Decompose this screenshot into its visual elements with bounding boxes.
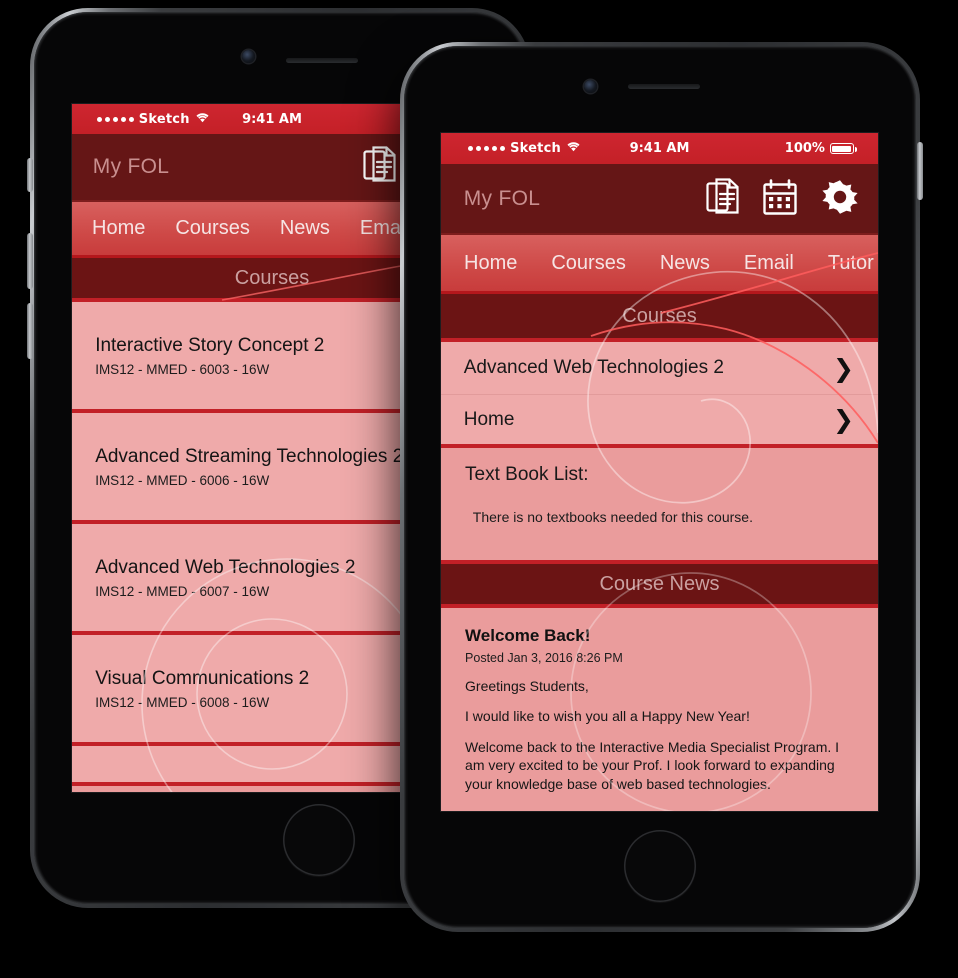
- front-app-title: My FOL: [463, 186, 541, 210]
- front-list-row-0[interactable]: Advanced Web Technologies 2 ❯: [441, 342, 878, 395]
- front-title-icons: [706, 177, 860, 221]
- back-section-header-courses-label: Courses: [234, 266, 310, 289]
- news-paragraph-0: Greetings Students,: [465, 678, 589, 694]
- back-course-name-0: Interactive Story Concept 2: [95, 334, 325, 356]
- front-textbook-block: Text Book List: There is no textbooks ne…: [441, 448, 878, 560]
- back-course-code-0: IMS12 - MMED - 6003 - 16W: [95, 361, 270, 377]
- front-phone-earpiece-speaker: [628, 84, 700, 89]
- front-phone-front-camera: [584, 80, 597, 93]
- front-list-row-label-1: Home: [463, 408, 515, 430]
- back-phone-front-camera: [242, 50, 255, 63]
- back-signal-strength-icon: [96, 116, 134, 122]
- back-phone-home-button[interactable]: [283, 804, 355, 876]
- front-phone-home-button[interactable]: [624, 830, 696, 902]
- news-paragraph-2: Welcome back to the Interactive Media Sp…: [465, 738, 840, 792]
- front-phone-power-button[interactable]: [917, 142, 923, 200]
- wifi-icon: [195, 112, 210, 127]
- textbook-list-title: Text Book List:: [465, 463, 589, 485]
- back-phone-earpiece-speaker: [286, 58, 358, 63]
- back-status-left: Sketch: [72, 112, 210, 127]
- front-list-row-label-0: Advanced Web Technologies 2: [463, 357, 724, 378]
- front-section-header-news-label: Course News: [599, 572, 720, 595]
- battery-percent-label: 100%: [784, 141, 825, 156]
- news-posted-date: Posted Jan 3, 2016 8:26 PM: [465, 651, 623, 665]
- front-signal-strength-icon: [468, 146, 506, 151]
- front-app-root: Sketch 9:41 AM 100% My FOL Home Courses …: [441, 133, 878, 811]
- front-title-bar: My FOL: [441, 164, 878, 235]
- front-tab-courses[interactable]: Courses: [551, 252, 625, 275]
- front-carrier-label: Sketch: [510, 141, 561, 156]
- screenshot-stage: Sketch 9:41 AM My FOL Home Courses News …: [0, 0, 958, 978]
- front-status-right: 100%: [785, 141, 878, 156]
- back-course-code-3: IMS12 - MMED - 6008 - 16W: [95, 694, 270, 710]
- back-tab-news[interactable]: News: [280, 217, 330, 240]
- back-phone-volume-down-button[interactable]: [27, 303, 33, 359]
- textbook-list-body: There is no textbooks needed for this co…: [472, 508, 753, 525]
- back-course-code-2: IMS12 - MMED - 6007 - 16W: [95, 583, 270, 599]
- front-phone-screen: Sketch 9:41 AM 100% My FOL Home Courses …: [441, 133, 878, 811]
- back-tab-courses[interactable]: Courses: [175, 217, 249, 240]
- documents-icon[interactable]: [706, 177, 740, 220]
- front-section-header-courses-label: Courses: [622, 304, 697, 327]
- chevron-right-icon: ❯: [833, 353, 854, 383]
- back-tab-home[interactable]: Home: [92, 217, 145, 240]
- front-section-header-courses: Courses: [441, 294, 878, 342]
- front-tab-email[interactable]: Email: [744, 252, 794, 275]
- front-tab-news[interactable]: News: [660, 252, 710, 275]
- front-list-row-1[interactable]: Home ❯: [441, 395, 878, 448]
- calendar-icon[interactable]: [762, 178, 798, 219]
- front-status-bar: Sketch 9:41 AM 100%: [441, 133, 878, 164]
- back-course-code-1: IMS12 - MMED - 6006 - 16W: [95, 472, 270, 488]
- news-paragraph-1: I would like to wish you all a Happy New…: [465, 708, 750, 725]
- front-status-left: Sketch: [441, 141, 581, 156]
- gear-icon[interactable]: [820, 177, 860, 221]
- battery-full-icon: [829, 143, 857, 154]
- chevron-right-icon: ❯: [833, 405, 854, 434]
- back-course-name-2: Advanced Web Technologies 2: [95, 556, 356, 578]
- front-news-block: Welcome Back! Posted Jan 3, 2016 8:26 PM…: [441, 608, 878, 795]
- back-app-title: My FOL: [92, 155, 170, 178]
- back-phone-silent-switch[interactable]: [27, 158, 33, 192]
- front-phone: Sketch 9:41 AM 100% My FOL Home Courses …: [400, 42, 923, 932]
- back-phone-volume-up-button[interactable]: [27, 233, 33, 289]
- front-tab-tutor[interactable]: Tutor: [828, 252, 874, 275]
- front-nav-tabs: Home Courses News Email Tutor: [441, 235, 878, 294]
- back-course-name-3: Visual Communications 2: [95, 667, 310, 689]
- documents-icon[interactable]: [363, 146, 397, 188]
- front-section-header-news: Course News: [441, 560, 878, 608]
- front-tab-home[interactable]: Home: [464, 252, 517, 275]
- back-course-name-1: Advanced Streaming Technologies 2: [95, 445, 404, 467]
- wifi-icon: [566, 141, 581, 156]
- news-headline: Welcome Back!: [465, 626, 591, 645]
- back-carrier-label: Sketch: [138, 111, 190, 127]
